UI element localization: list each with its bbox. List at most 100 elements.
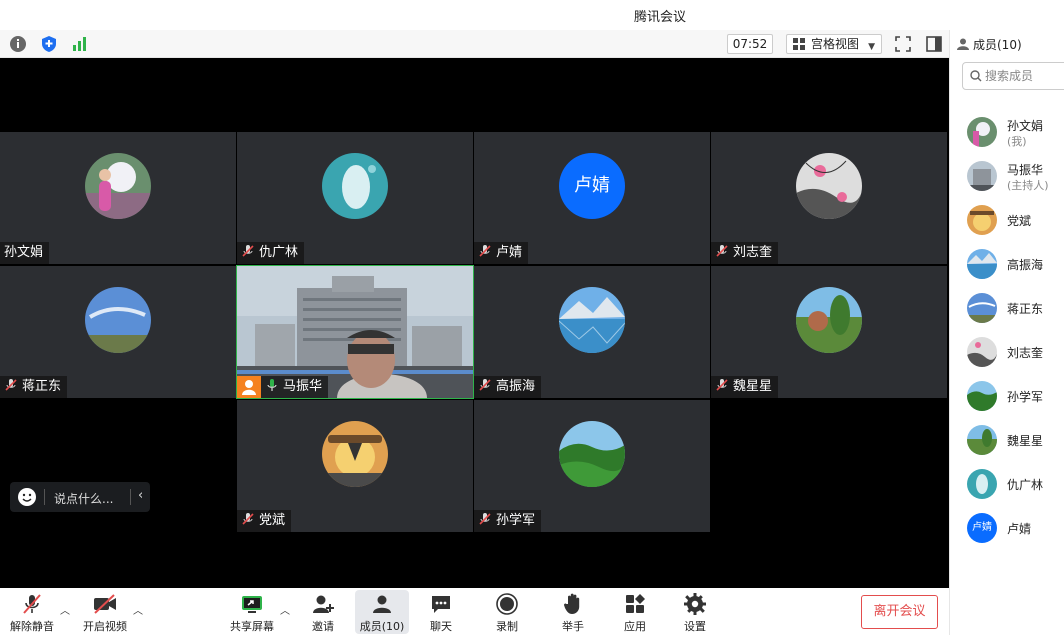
participant-name-tag: 刘志奎 bbox=[711, 242, 779, 264]
emoji-icon[interactable] bbox=[18, 488, 36, 506]
host-badge bbox=[237, 376, 261, 398]
member-list-item[interactable]: 卢婧 卢婧 bbox=[967, 510, 1064, 546]
record-icon bbox=[496, 593, 518, 615]
apps-button[interactable]: 应用 bbox=[614, 590, 656, 634]
participant-tile[interactable]: 蒋正东 bbox=[0, 266, 236, 398]
members-icon bbox=[373, 595, 391, 613]
network-signal-icon[interactable] bbox=[71, 35, 89, 53]
record-button[interactable]: 录制 bbox=[486, 590, 528, 634]
mic-muted-icon bbox=[716, 379, 728, 391]
chevron-up-icon[interactable]: ︿ bbox=[60, 602, 70, 617]
chevron-up-icon[interactable]: ︿ bbox=[280, 602, 290, 617]
participant-name-tag: 蒋正东 bbox=[0, 376, 68, 398]
member-search-input[interactable]: 搜索成员 bbox=[962, 62, 1064, 90]
grid-icon bbox=[793, 38, 806, 50]
chat-icon bbox=[432, 596, 450, 613]
participant-tile[interactable]: 孙学军 bbox=[474, 400, 710, 532]
chevron-left-icon[interactable]: ‹ bbox=[138, 488, 143, 503]
share-screen-icon bbox=[242, 596, 262, 613]
mic-muted-icon bbox=[242, 513, 254, 525]
avatar: 卢婧 bbox=[967, 513, 997, 543]
avatar bbox=[967, 469, 997, 499]
chat-placeholder[interactable]: 说点什么... bbox=[54, 490, 113, 507]
avatar bbox=[85, 287, 151, 353]
mic-muted-icon bbox=[479, 379, 491, 391]
chevron-down-icon: ▼ bbox=[868, 42, 875, 52]
chevron-up-icon[interactable]: ︿ bbox=[133, 602, 143, 617]
avatar bbox=[322, 153, 388, 219]
participant-name-tag: 马振华 bbox=[261, 376, 329, 398]
avatar bbox=[967, 337, 997, 367]
mic-muted-icon bbox=[23, 594, 41, 614]
security-shield-icon[interactable] bbox=[40, 35, 58, 53]
add-user-icon bbox=[313, 595, 334, 613]
info-icon[interactable] bbox=[9, 35, 27, 53]
member-list-item[interactable]: 蒋正东 bbox=[967, 290, 1064, 326]
chat-button[interactable]: 聊天 bbox=[420, 590, 462, 634]
avatar bbox=[322, 421, 388, 487]
participant-tile[interactable]: 魏星星 bbox=[711, 266, 947, 398]
mic-muted-icon bbox=[479, 513, 491, 525]
participant-name-tag: 孙学军 bbox=[474, 510, 542, 532]
invite-button[interactable]: 邀请 bbox=[300, 590, 346, 634]
search-icon bbox=[970, 70, 982, 82]
avatar bbox=[85, 153, 151, 219]
avatar bbox=[967, 249, 997, 279]
mic-active-icon bbox=[267, 379, 277, 391]
member-list-item[interactable]: 高振海 bbox=[967, 246, 1064, 282]
avatar bbox=[967, 293, 997, 323]
member-list-item[interactable]: 仇广林 bbox=[967, 466, 1064, 502]
participant-name-tag: 党斌 bbox=[237, 510, 292, 532]
view-mode-dropdown[interactable]: 宫格视图 ▼ bbox=[786, 34, 882, 54]
participant-name-tag: 高振海 bbox=[474, 376, 542, 398]
member-icon bbox=[957, 38, 969, 50]
top-toolbar: 07:52 宫格视图 ▼ bbox=[0, 30, 949, 58]
member-list-item[interactable]: 孙文娟 (我) bbox=[967, 114, 1064, 150]
meeting-timer: 07:52 bbox=[727, 34, 773, 54]
participant-tile[interactable]: 刘志奎 bbox=[711, 132, 947, 264]
members-panel: 成员(10) 搜索成员 孙文娟 (我) 马振华 (主持人) 党斌 高振海 蒋正东 bbox=[949, 30, 1064, 635]
participant-name-tag: 卢婧 bbox=[474, 242, 529, 264]
mic-muted-icon bbox=[479, 245, 491, 257]
unmute-button[interactable]: 解除静音 bbox=[5, 590, 59, 634]
hand-icon bbox=[563, 593, 580, 614]
bottom-toolbar: 解除静音 ︿ 开启视频 ︿ 共享屏幕 ︿ 邀请 成员(10) 聊天 录制 举手 … bbox=[0, 588, 949, 635]
participant-tile[interactable]: 孙文娟 bbox=[0, 132, 236, 264]
gear-icon bbox=[684, 593, 706, 615]
host-icon bbox=[242, 380, 256, 395]
participant-video-tile[interactable]: 马振华 bbox=[236, 265, 474, 399]
sidebar-toggle-icon[interactable] bbox=[925, 35, 943, 53]
raise-hand-button[interactable]: 举手 bbox=[552, 590, 594, 634]
participant-tile[interactable]: 卢婧 卢婧 bbox=[474, 132, 710, 264]
mic-muted-icon bbox=[5, 379, 17, 391]
avatar: 卢婧 bbox=[559, 153, 625, 219]
avatar bbox=[559, 287, 625, 353]
participant-tile[interactable]: 党斌 bbox=[237, 400, 473, 532]
leave-meeting-button[interactable]: 离开会议 bbox=[861, 595, 938, 629]
divider bbox=[44, 489, 45, 505]
member-list-item[interactable]: 马振华 (主持人) bbox=[967, 158, 1064, 194]
members-panel-header: 成员(10) bbox=[956, 36, 1022, 53]
member-list-item[interactable]: 孙学军 bbox=[967, 378, 1064, 414]
share-screen-button[interactable]: 共享屏幕 bbox=[226, 590, 278, 634]
participant-name-tag: 仇广林 bbox=[237, 242, 305, 264]
avatar bbox=[967, 117, 997, 147]
member-list-item[interactable]: 魏星星 bbox=[967, 422, 1064, 458]
avatar bbox=[796, 287, 862, 353]
member-list-item[interactable]: 党斌 bbox=[967, 202, 1064, 238]
start-video-button[interactable]: 开启视频 bbox=[78, 590, 132, 634]
avatar bbox=[559, 421, 625, 487]
participant-tile[interactable]: 高振海 bbox=[474, 266, 710, 398]
quick-chat-input[interactable]: 说点什么... ‹ bbox=[10, 482, 150, 512]
video-off-icon bbox=[94, 594, 116, 614]
title-bar: 腾讯会议 bbox=[0, 0, 1064, 30]
avatar bbox=[796, 153, 862, 219]
participant-tile[interactable]: 仇广林 bbox=[237, 132, 473, 264]
members-button[interactable]: 成员(10) bbox=[355, 590, 409, 634]
fullscreen-icon[interactable] bbox=[894, 35, 912, 53]
participant-name-tag: 魏星星 bbox=[711, 376, 779, 398]
member-list-item[interactable]: 刘志奎 bbox=[967, 334, 1064, 370]
settings-button[interactable]: 设置 bbox=[674, 590, 716, 634]
mic-muted-icon bbox=[716, 245, 728, 257]
avatar bbox=[967, 381, 997, 411]
